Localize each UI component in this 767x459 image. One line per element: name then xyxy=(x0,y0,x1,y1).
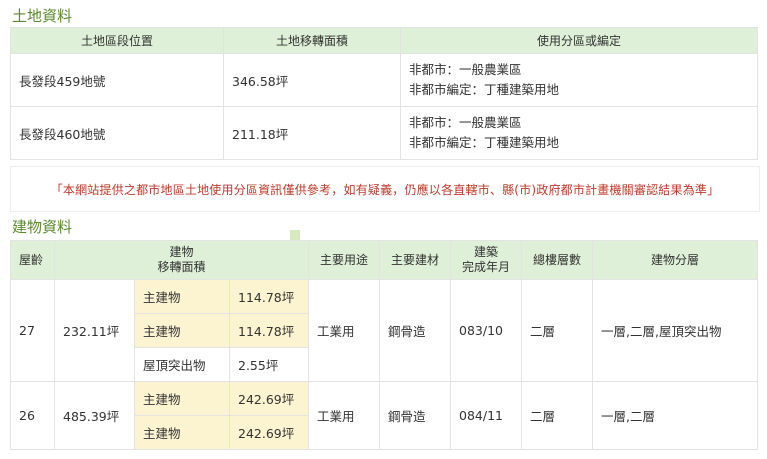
building-age: 26 xyxy=(10,381,55,450)
header-floors: 總樓層數 xyxy=(521,240,593,280)
building-row: 26 485.39坪 主建物 242.69坪 工業用 鋼骨造 084/11 二層… xyxy=(10,381,758,450)
header-built-date: 建築 完成年月 xyxy=(450,240,522,280)
land-use-designation: 非都市編定：丁種建築用地 xyxy=(409,135,560,150)
building-part-name: 主建物 xyxy=(134,415,230,450)
building-part-name: 屋頂突出物 xyxy=(134,347,230,382)
land-row: 長發段460地號 211.18坪 非都市：一般農業區 非都市編定：丁種建築用地 xyxy=(10,106,758,160)
building-layers: 一層,二層 xyxy=(592,381,758,450)
building-material: 鋼骨造 xyxy=(379,381,451,450)
building-floors: 二層 xyxy=(521,381,593,450)
building-built-date: 084/11 xyxy=(450,381,522,450)
land-table: 土地區段位置 土地移轉面積 使用分區或編定 長發段459地號 346.58坪 非… xyxy=(10,27,758,160)
building-part-area: 242.69坪 xyxy=(229,415,309,450)
building-table: 屋齡 建物 移轉面積 主要用途 主要建材 建築 完成年月 總樓層數 建物分層 2… xyxy=(10,240,758,450)
header-layers: 建物分層 xyxy=(592,240,758,280)
header-transfer-line1: 建物 xyxy=(169,245,194,259)
building-part-name: 主建物 xyxy=(134,279,230,314)
land-row: 長發段459地號 346.58坪 非都市：一般農業區 非都市編定：丁種建築用地 xyxy=(10,53,758,107)
header-built-line2: 完成年月 xyxy=(461,260,510,274)
land-use-zone: 非都市：一般農業區 xyxy=(409,62,522,77)
header-area: 土地移轉面積 xyxy=(223,27,401,54)
building-total-area: 485.39坪 xyxy=(54,381,135,450)
header-use-zone: 使用分區或編定 xyxy=(400,27,758,54)
header-transfer-line2: 移轉面積 xyxy=(157,260,206,274)
building-part-area: 114.78坪 xyxy=(229,279,309,314)
header-built-line1: 建築 xyxy=(473,245,498,259)
land-use: 非都市：一般農業區 非都市編定：丁種建築用地 xyxy=(400,106,758,160)
building-row: 27 232.11坪 主建物 114.78坪 工業用 鋼骨造 083/10 二層… xyxy=(10,279,758,382)
building-section-title: 建物資料 xyxy=(12,218,73,236)
building-part-area: 242.69坪 xyxy=(229,381,309,416)
land-area: 211.18坪 xyxy=(223,106,401,160)
header-transfer-area: 建物 移轉面積 xyxy=(54,240,309,280)
building-material: 鋼骨造 xyxy=(379,279,451,382)
building-use: 工業用 xyxy=(308,381,380,450)
land-area: 346.58坪 xyxy=(223,53,401,107)
land-use-zone: 非都市：一般農業區 xyxy=(409,115,522,130)
building-layers: 一層,二層,屋頂突出物 xyxy=(592,279,758,382)
building-part-area: 114.78坪 xyxy=(229,313,309,348)
header-location: 土地區段位置 xyxy=(10,27,224,54)
land-header-row: 土地區段位置 土地移轉面積 使用分區或編定 xyxy=(10,27,758,54)
disclaimer-notice: 「本網站提供之都市地區土地使用分區資訊僅供參考，如有疑義，仍應以各直轄市、縣(市… xyxy=(10,166,760,212)
land-location: 長發段460地號 xyxy=(10,106,224,160)
header-material: 主要建材 xyxy=(379,240,451,280)
header-use: 主要用途 xyxy=(308,240,380,280)
header-age: 屋齡 xyxy=(10,240,55,280)
building-part-name: 主建物 xyxy=(134,313,230,348)
building-total-area: 232.11坪 xyxy=(54,279,135,382)
land-section-title: 土地資料 xyxy=(12,7,73,25)
building-part-name: 主建物 xyxy=(134,381,230,416)
building-floors: 二層 xyxy=(521,279,593,382)
land-location: 長發段459地號 xyxy=(10,53,224,107)
land-use: 非都市：一般農業區 非都市編定：丁種建築用地 xyxy=(400,53,758,107)
building-built-date: 083/10 xyxy=(450,279,522,382)
land-use-designation: 非都市編定：丁種建築用地 xyxy=(409,82,560,97)
building-use: 工業用 xyxy=(308,279,380,382)
building-part-area: 2.55坪 xyxy=(229,347,309,382)
building-header-row: 屋齡 建物 移轉面積 主要用途 主要建材 建築 完成年月 總樓層數 建物分層 xyxy=(10,240,758,280)
building-age: 27 xyxy=(10,279,55,382)
